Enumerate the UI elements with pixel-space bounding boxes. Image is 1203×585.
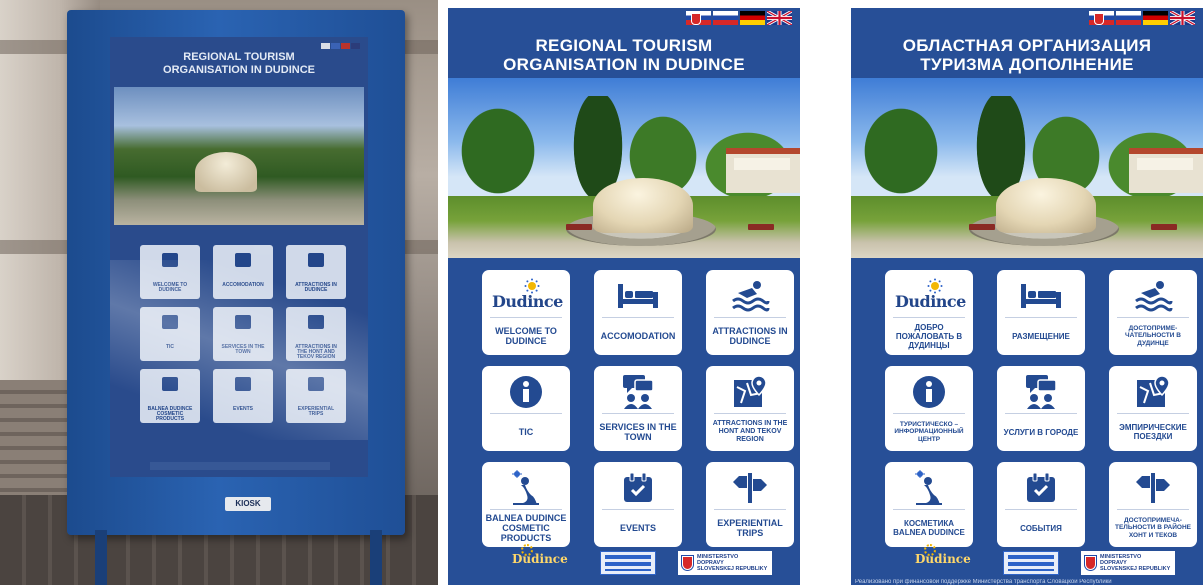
map-pin-icon [706, 374, 794, 410]
chat-people-icon [594, 374, 682, 410]
tile-label: ATTRACTIONS IN THE HONT AND TEKOV REGION [712, 420, 788, 443]
language-flags [686, 11, 792, 25]
russian-screen: ОБЛАСТНАЯ ОРГАНИЗАЦИЯ ТУРИЗМА ДОПОЛНЕНИЕ… [851, 8, 1203, 585]
tile-label: ACCOMODATION [600, 331, 676, 341]
english-screen: REGIONAL TOURISM ORGANISATION IN DUDINCE… [448, 8, 800, 585]
dudince-logo-icon: Dudince [885, 278, 973, 314]
tile-services[interactable]: УСЛУГИ В ГОРОДЕ [997, 366, 1085, 451]
signpost-icon [1109, 470, 1197, 506]
tile-events[interactable]: EVENTS [594, 462, 682, 547]
mermaid-icon [885, 470, 973, 506]
tile-label: РАЗМЕЩЕНИЕ [1012, 331, 1070, 341]
tile-label: TIC [518, 427, 534, 437]
slovak-flag-icon[interactable] [1089, 11, 1114, 25]
language-flags [1089, 11, 1195, 25]
screen-fountain [195, 152, 257, 192]
tile-label: УСЛУГИ В ГОРОДЕ [1003, 427, 1079, 437]
tile-label: SERVICES IN THE TOWN [599, 422, 677, 442]
tile-services[interactable]: SERVICES IN THE TOWN [594, 366, 682, 451]
tile-tic[interactable]: ТУРИСТИЧЕСКО – ИНФОРМАЦИОННЫЙ ЦЕНТР [885, 366, 973, 451]
tile-label: EXPERIENTIAL TRIPS [717, 518, 783, 538]
swimmer-icon [706, 278, 794, 314]
kiosk-brand-plate: KIOSK [225, 497, 271, 511]
tile-label: EVENTS [619, 523, 656, 533]
tile-trips[interactable]: EXPERIENTIAL TRIPS [706, 462, 794, 547]
tile-label: ДОСТОПРИМЕЧА- ТЕЛЬНОСТИ В РАЙОНЕ ХОНТ И … [1115, 516, 1191, 539]
screen-flags [321, 43, 360, 49]
funding-note: Реализовано при финансовой поддержке Мин… [855, 579, 1112, 585]
mermaid-icon [482, 470, 570, 506]
slovak-crest-icon [682, 556, 693, 570]
map-pin-icon [1109, 374, 1197, 410]
tile-label: ДОСТОПРИМЕ- ЧАТЕЛЬНОСТИ В ДУДИНЦЕ [1125, 324, 1181, 347]
calendar-icon [997, 470, 1085, 506]
tile-tic[interactable]: TIC [482, 366, 570, 451]
info-icon [885, 374, 973, 410]
dudince-logo-icon: Dudince [482, 278, 570, 314]
kiosk-leg [370, 530, 382, 585]
german-flag-icon[interactable] [1143, 11, 1168, 25]
tile-welcome[interactable]: Dudince WELCOME TO DUDINCE [482, 270, 570, 355]
tile-label: ATTRACTIONS IN DUDINCE [712, 326, 788, 346]
bench [0, 380, 75, 500]
sponsor-footer: Dudince MINISTERSTVO DOPRAVY SLOVENSKEJ RE… [448, 544, 800, 578]
english-flag-icon[interactable] [1170, 11, 1195, 25]
tile-label: WELCOME TO DUDINCE [495, 326, 557, 346]
swimmer-icon [1109, 278, 1197, 314]
fountain-photo [448, 78, 800, 258]
screen-footer [150, 462, 330, 470]
calendar-icon [594, 470, 682, 506]
tile-label: КОСМЕТИКА BALNEA DUDINCE [893, 519, 965, 537]
page-title: ОБЛАСТНАЯ ОРГАНИЗАЦИЯ ТУРИЗМА ДОПОЛНЕНИЕ [902, 36, 1152, 74]
tile-accomodation[interactable]: РАЗМЕЩЕНИЕ [997, 270, 1085, 355]
tile-label: СОБЫТИЯ [1020, 523, 1062, 533]
screen-glare [110, 260, 368, 440]
chat-people-icon [997, 374, 1085, 410]
fountain-photo [851, 78, 1203, 258]
sponsor-footer: Dudince MINISTERSTVO DOPRAVY SLOVENSKEJ RE… [851, 544, 1203, 578]
tile-balnea[interactable]: BALNEA DUDINCE COSMETIC PRODUCTS [482, 462, 570, 547]
kiosk-photo: REGIONAL TOURISM ORGANISATION IN DUDINCE… [0, 0, 438, 585]
english-flag-icon[interactable] [767, 11, 792, 25]
sponsor-badge [1003, 551, 1059, 575]
tile-attractions-dudince[interactable]: ATTRACTIONS IN DUDINCE [706, 270, 794, 355]
ministry-badge: MINISTERSTVO DOPRAVY SLOVENSKEJ REPUBLIKY [1081, 551, 1175, 575]
slovak-crest-icon [1085, 556, 1096, 570]
tile-attractions-region[interactable]: ЭМПИРИЧЕСКИЕ ПОЕЗДКИ [1109, 366, 1197, 451]
dudince-footer-logo: Dudince [915, 544, 971, 566]
russian-flag-icon[interactable] [713, 11, 738, 25]
tile-label: ДОБРО ПОЖАЛОВАТЬ В ДУДИНЦЫ [895, 322, 963, 350]
menu-grid: Dudince WELCOME TO DUDINCE ACCOMODATION … [482, 270, 794, 547]
kiosk-leg [95, 530, 107, 585]
tile-attractions-region[interactable]: ATTRACTIONS IN THE HONT AND TEKOV REGION [706, 366, 794, 451]
signpost-icon [706, 470, 794, 506]
tile-label: BALNEA DUDINCE COSMETIC PRODUCTS [485, 513, 567, 543]
page-title: REGIONAL TOURISM ORGANISATION IN DUDINCE [503, 36, 745, 74]
dudince-footer-logo: Dudince [512, 544, 568, 566]
tile-events[interactable]: СОБЫТИЯ [997, 462, 1085, 547]
tile-trips[interactable]: ДОСТОПРИМЕЧА- ТЕЛЬНОСТИ В РАЙОНЕ ХОНТ И … [1109, 462, 1197, 547]
screen-title: REGIONAL TOURISM ORGANISATION IN DUDINCE [163, 51, 315, 76]
tile-balnea[interactable]: КОСМЕТИКА BALNEA DUDINCE [885, 462, 973, 547]
tile-label: ТУРИСТИЧЕСКО – ИНФОРМАЦИОННЫЙ ЦЕНТР [894, 420, 964, 443]
tile-label: ЭМПИРИЧЕСКИЕ ПОЕЗДКИ [1119, 423, 1187, 441]
german-flag-icon[interactable] [740, 11, 765, 25]
tile-accomodation[interactable]: ACCOMODATION [594, 270, 682, 355]
bed-icon [594, 278, 682, 314]
info-icon [482, 374, 570, 410]
ministry-badge: MINISTERSTVO DOPRAVY SLOVENSKEJ REPUBLIKY [678, 551, 772, 575]
tile-welcome[interactable]: Dudince ДОБРО ПОЖАЛОВАТЬ В ДУДИНЦЫ [885, 270, 973, 355]
composite-image: REGIONAL TOURISM ORGANISATION IN DUDINCE… [0, 0, 1203, 585]
slovak-flag-icon[interactable] [686, 11, 711, 25]
menu-grid: Dudince ДОБРО ПОЖАЛОВАТЬ В ДУДИНЦЫ РАЗМЕ… [885, 270, 1197, 547]
tile-attractions-dudince[interactable]: ДОСТОПРИМЕ- ЧАТЕЛЬНОСТИ В ДУДИНЦЕ [1109, 270, 1197, 355]
russian-flag-icon[interactable] [1116, 11, 1141, 25]
bed-icon [997, 278, 1085, 314]
sponsor-badge [600, 551, 656, 575]
